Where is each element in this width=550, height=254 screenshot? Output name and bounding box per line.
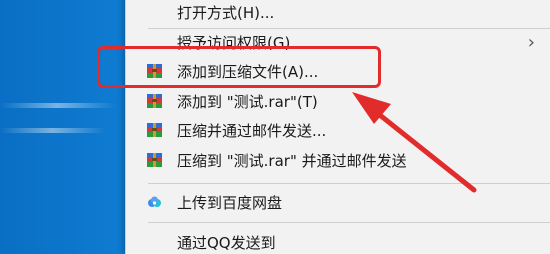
annotation-arrow	[352, 92, 477, 193]
